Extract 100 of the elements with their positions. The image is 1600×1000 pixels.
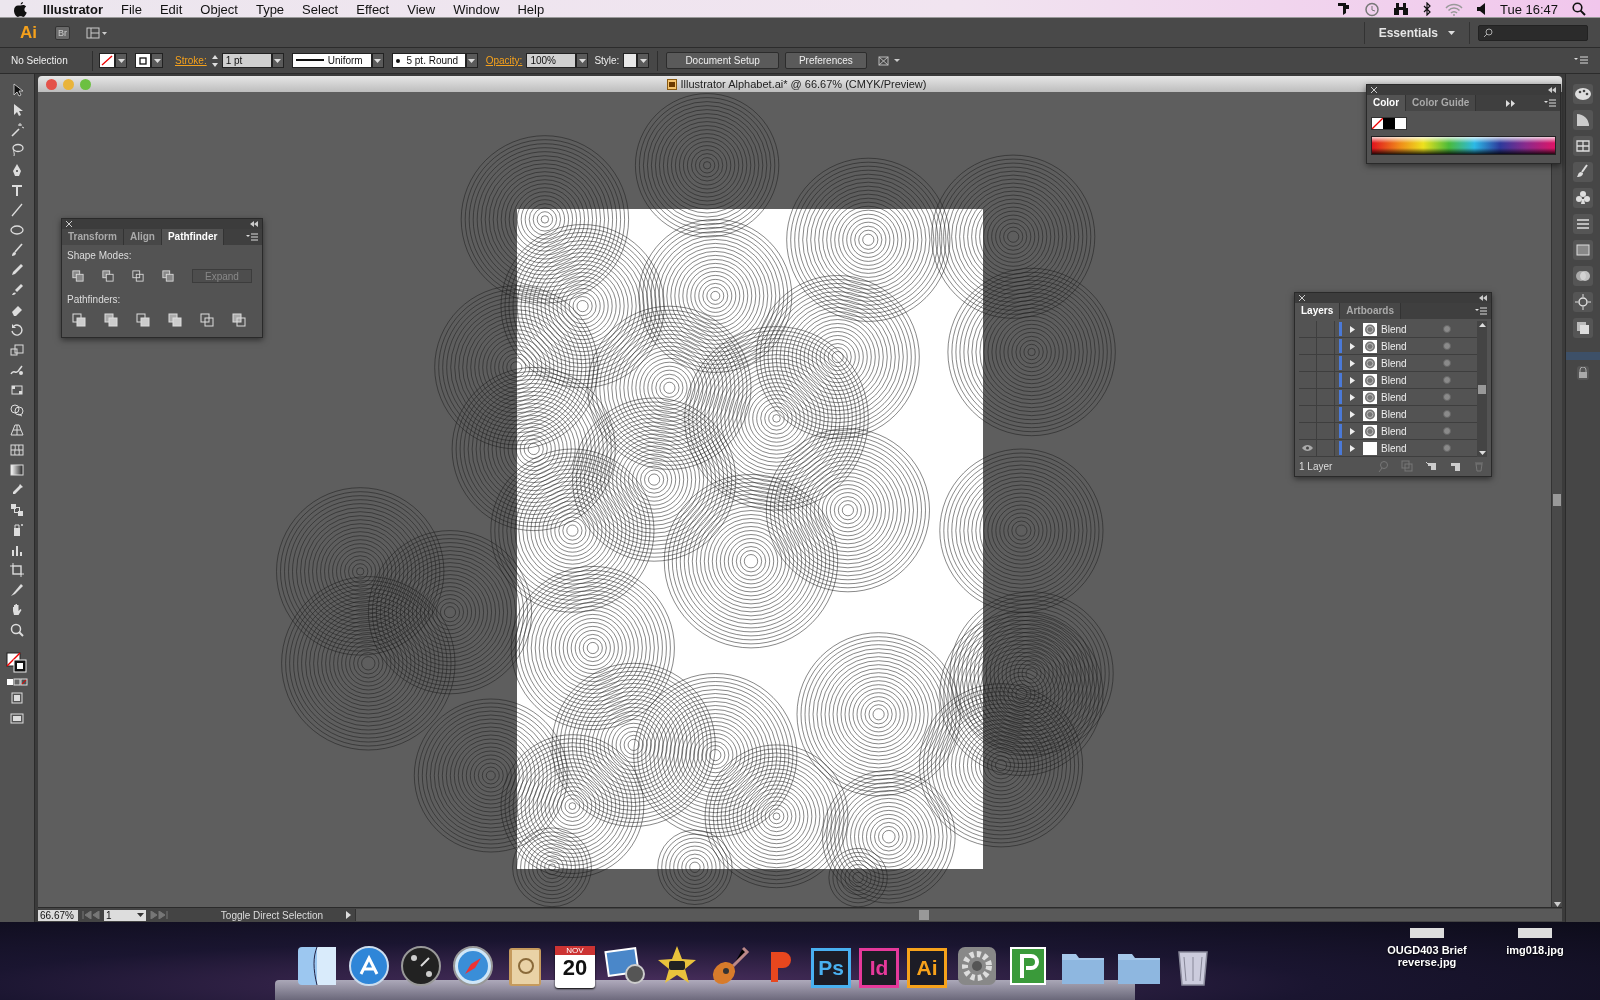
expand-triangle-icon[interactable] [1350,376,1355,384]
status-menu-icon[interactable] [346,911,351,919]
expand-triangle-icon[interactable] [1350,427,1355,435]
type-icon[interactable] [9,182,25,198]
panel-menu-icon[interactable] [1574,56,1588,65]
expand-triangle-icon[interactable] [1350,410,1355,418]
zoom-field[interactable]: 66.67% [38,909,78,921]
magic-wand-icon[interactable] [9,122,25,138]
search-icon[interactable] [1572,2,1586,16]
speaker-icon[interactable] [1476,3,1486,15]
free-transform-icon[interactable] [9,382,25,398]
layer-name[interactable]: Blend [1381,323,1443,335]
app-menu[interactable]: Illustrator [27,1,112,17]
stacked-squares-icon[interactable] [1573,318,1593,338]
panel-tab[interactable]: Color Guide [1406,95,1477,111]
outline-icon[interactable] [200,313,214,327]
scrollbar-thumb[interactable] [1553,493,1561,506]
scrollbar-thumb[interactable] [919,910,929,920]
expand-triangle-icon[interactable] [1350,393,1355,401]
expand-triangle-icon[interactable] [1350,342,1355,350]
none-swatch[interactable] [1372,118,1383,129]
paintbrush-icon[interactable] [1573,162,1593,182]
dock-icon[interactable] [955,944,999,988]
scroll-down-icon[interactable] [1478,451,1486,455]
search-field[interactable] [1478,24,1588,41]
circles-icon[interactable] [1573,266,1593,286]
intersect-icon[interactable] [131,269,144,283]
panel-tab[interactable]: Align [123,229,162,245]
clock[interactable]: Tue 16:47 [1499,1,1558,17]
file-thumbnail[interactable] [1518,928,1552,938]
stroke-link[interactable]: Stroke: [175,55,207,66]
close-icon[interactable] [66,221,72,227]
new-sublayer-icon[interactable] [1425,460,1437,472]
perspective-grid-icon[interactable] [9,422,25,438]
menu-item[interactable]: Help [508,1,554,17]
stepper-icon[interactable] [210,53,219,68]
panel-tab[interactable]: Pathfinder [161,229,225,245]
opacity-dropdown-button[interactable] [576,53,589,68]
collapse-icon[interactable] [1479,295,1487,301]
dock-icon[interactable]: NOV 20 [555,946,595,988]
brush-icon[interactable] [9,242,25,258]
crop-icon[interactable] [168,313,182,327]
dock-icon[interactable] [295,944,339,988]
artboard-icon[interactable] [9,562,25,578]
panel-menu-icon[interactable] [246,233,258,241]
panel-tab[interactable]: Color [1367,95,1407,111]
fill-swatch[interactable] [99,53,115,68]
stroke-swatch[interactable] [135,53,151,68]
color-swatch[interactable] [1383,118,1395,129]
shape-builder-icon[interactable] [9,402,25,418]
expand-triangle-icon[interactable] [1350,325,1355,333]
menu-item[interactable]: Window [444,1,509,17]
close-icon[interactable] [1299,295,1305,301]
dock-icon[interactable]: Id [859,948,899,988]
binoculars-icon[interactable] [1392,2,1409,16]
dock-icon[interactable]: Ps [811,948,851,988]
minus-front-icon[interactable] [101,269,114,283]
club-icon[interactable] [1573,188,1593,208]
clock-history-icon[interactable] [1363,1,1379,17]
preferences-button[interactable]: Preferences [784,52,867,69]
stroke-weight-field[interactable]: 1 pt [221,53,272,68]
file-thumbnail[interactable] [1410,928,1444,938]
stroke-dropdown-button[interactable] [151,53,163,68]
fill-stroke-swatches-icon[interactable] [6,652,28,674]
layer-name[interactable]: Blend [1381,408,1443,420]
close-icon[interactable] [1371,87,1377,93]
collapse-icon[interactable] [250,221,258,227]
panel-tab[interactable]: Transform [62,229,124,245]
collapse-icon[interactable] [1548,87,1556,93]
clipping-mask-icon[interactable] [1401,460,1413,472]
rotate-icon[interactable] [9,322,25,338]
bluetooth-icon[interactable] [1422,2,1431,16]
ellipse-icon[interactable] [9,222,25,238]
dock-icon[interactable] [399,944,443,988]
panel-menu-icon[interactable] [1475,307,1487,315]
menu-item[interactable]: Type [246,1,294,17]
menu-item[interactable]: File [111,1,151,17]
layer-name[interactable]: Blend [1381,391,1443,403]
divide-icon[interactable] [72,313,86,327]
fill-dropdown-button[interactable] [115,53,127,68]
panel-tab[interactable]: Artboards [1340,303,1402,319]
layer-name[interactable]: Blend [1381,357,1443,369]
panel-tab[interactable]: Layers [1295,303,1341,319]
layer-name[interactable]: Blend [1381,374,1443,386]
minus-back-icon[interactable] [232,313,246,327]
opacity-link[interactable]: Opacity: [485,55,523,66]
draw-mode-icon[interactable] [9,690,25,706]
blob-brush-icon[interactable] [9,282,25,298]
layer-name[interactable]: Blend [1381,425,1443,437]
variable-width-profile-dropdown[interactable]: Uniform [291,53,372,68]
expand-icon[interactable] [1505,99,1515,107]
unite-icon[interactable] [72,269,84,283]
opacity-field[interactable]: 100% [526,53,577,68]
style-dropdown-button[interactable] [637,53,650,68]
panel-menu-icon[interactable] [1544,99,1556,107]
expand-triangle-icon[interactable] [1350,359,1355,367]
scale-icon[interactable] [9,342,25,358]
dock-icon[interactable]: Ai [907,948,947,988]
pencil-icon[interactable] [9,262,25,278]
apple-icon[interactable] [14,1,27,17]
